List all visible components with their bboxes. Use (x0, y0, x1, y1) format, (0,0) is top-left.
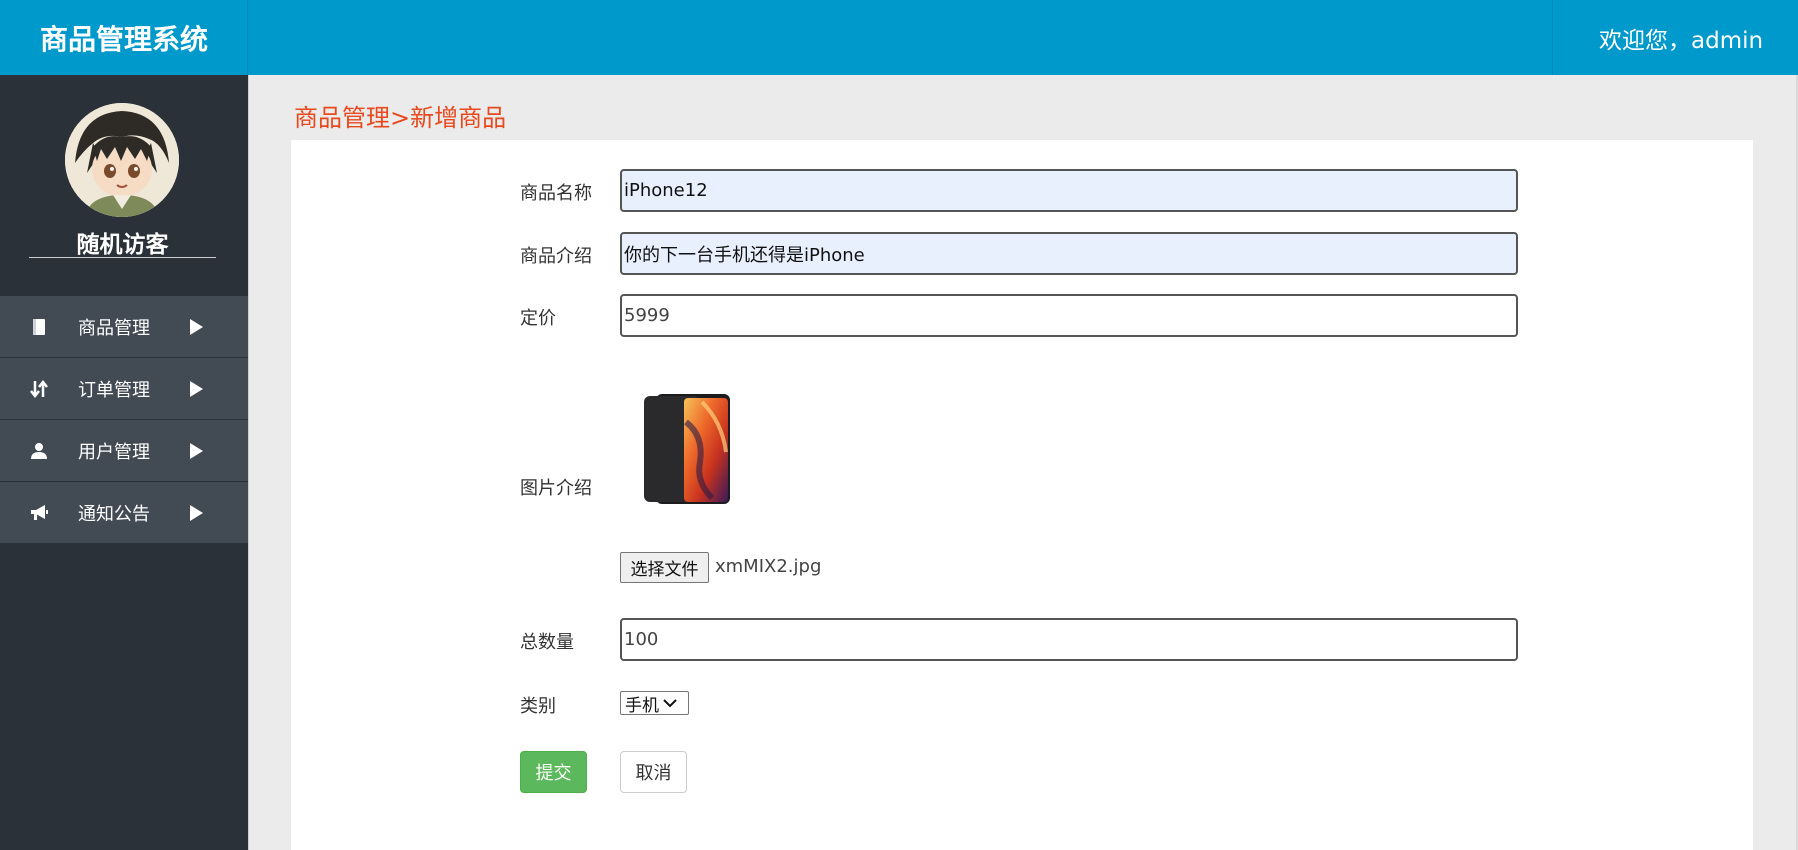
category-selected-value: 手机 (625, 695, 659, 716)
sidebar-item-users[interactable]: 用户管理 (0, 420, 248, 482)
sidebar-item-label: 用户管理 (78, 441, 150, 463)
sidebar-item-label: 通知公告 (78, 503, 150, 525)
username: 随机访客 (29, 223, 216, 258)
caret-right-icon (190, 380, 203, 397)
price-label: 定价 (520, 308, 556, 329)
caret-right-icon (190, 504, 203, 521)
sidebar-nav: 商品管理 订单管理 用户管理 通知公告 (0, 296, 248, 544)
name-input[interactable]: iPhone12 (620, 169, 1518, 212)
avatar (65, 103, 179, 217)
sidebar-item-label: 商品管理 (78, 317, 150, 339)
user-icon (0, 442, 78, 460)
sidebar-item-label: 订单管理 (78, 379, 150, 401)
name-label: 商品名称 (520, 183, 592, 204)
category-select[interactable]: 手机 (620, 691, 689, 716)
form-panel: 商品名称 iPhone12 商品介绍 你的下一台手机还得是iPhone 定价 5… (291, 140, 1753, 850)
category-label: 类别 (520, 696, 556, 717)
sidebar: 随机访客 商品管理 订单管理 用户管理 通知公告 (0, 75, 248, 850)
intro-input[interactable]: 你的下一台手机还得是iPhone (620, 232, 1518, 275)
quantity-input[interactable]: 100 (620, 618, 1518, 661)
price-input[interactable]: 5999 (620, 294, 1518, 337)
choose-file-button[interactable]: 选择文件 (620, 552, 709, 583)
image-label: 图片介绍 (520, 478, 592, 499)
submit-button[interactable]: 提交 (520, 751, 587, 793)
megaphone-icon (0, 504, 78, 522)
caret-right-icon (190, 318, 203, 335)
sidebar-item-notices[interactable]: 通知公告 (0, 482, 248, 544)
main-content: 商品管理>新增商品 商品名称 iPhone12 商品介绍 你的下一台手机还得是i… (248, 75, 1798, 850)
product-image (642, 392, 732, 506)
quantity-label: 总数量 (520, 632, 574, 653)
avatar-image (65, 103, 179, 217)
book-icon (0, 318, 78, 336)
intro-label: 商品介绍 (520, 246, 592, 267)
breadcrumb: 商品管理>新增商品 (294, 104, 507, 132)
welcome-text[interactable]: 欢迎您，admin (1552, 0, 1798, 75)
sidebar-item-orders[interactable]: 订单管理 (0, 358, 248, 420)
sort-arrows-icon (0, 379, 78, 399)
top-header: 商品管理系统 欢迎您，admin (0, 0, 1798, 75)
cancel-button[interactable]: 取消 (620, 751, 687, 793)
file-name: xmMIX2.jpg (715, 556, 822, 577)
app-title: 商品管理系统 (0, 0, 248, 75)
sidebar-item-goods[interactable]: 商品管理 (0, 296, 248, 358)
caret-right-icon (190, 442, 203, 459)
chevron-down-icon (663, 698, 677, 708)
